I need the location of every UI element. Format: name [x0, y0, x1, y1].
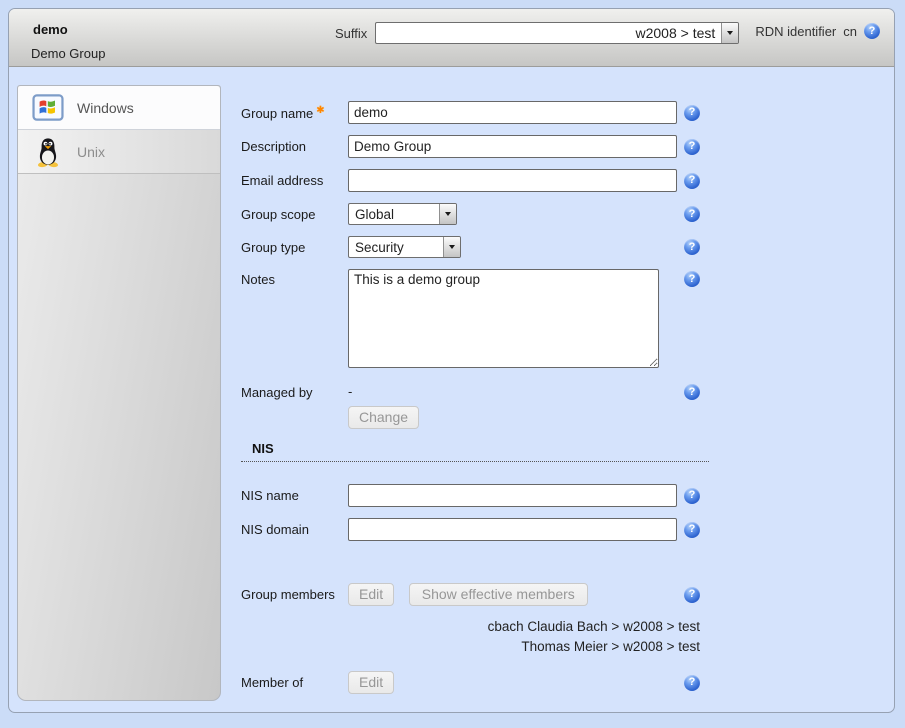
help-icon[interactable]: ?: [684, 271, 700, 287]
help-icon[interactable]: ?: [684, 675, 700, 691]
help-icon[interactable]: ?: [684, 239, 700, 255]
suffix-area: Suffix w2008 > test: [335, 22, 739, 44]
group-member-item: Thomas Meier > w2008 > test: [241, 637, 700, 657]
tux-penguin-icon: [31, 135, 65, 169]
member-of-label: Member of: [241, 675, 348, 690]
dropdown-arrow-icon: [727, 31, 733, 35]
nis-section-divider: NIS: [241, 441, 709, 462]
description-input[interactable]: [348, 135, 677, 158]
help-icon[interactable]: ?: [684, 173, 700, 189]
help-icon[interactable]: ?: [684, 587, 700, 603]
tab-windows-label: Windows: [77, 100, 134, 116]
entry-subtitle: Demo Group: [31, 46, 105, 61]
group-type-select[interactable]: Security: [348, 236, 461, 258]
help-icon[interactable]: ?: [684, 139, 700, 155]
group-name-input[interactable]: [348, 101, 677, 124]
nis-name-input[interactable]: [348, 484, 677, 507]
member-of-row: Member of Edit ?: [241, 671, 709, 694]
windows-logo-icon: [31, 91, 65, 125]
group-type-label: Group type: [241, 240, 348, 255]
dropdown-arrow-button[interactable]: [443, 237, 460, 257]
suffix-select[interactable]: w2008 > test: [375, 22, 739, 44]
dropdown-arrow-button[interactable]: [721, 23, 738, 43]
main-window: demo Demo Group Suffix w2008 > test RDN …: [8, 8, 895, 713]
group-member-list: cbach Claudia Bach > w2008 > test Thomas…: [241, 617, 709, 657]
group-members-row: Group members Edit Show effective member…: [241, 583, 709, 606]
edit-member-of-button[interactable]: Edit: [348, 671, 394, 694]
show-effective-members-button[interactable]: Show effective members: [409, 583, 588, 606]
suffix-select-value: w2008 > test: [376, 23, 721, 43]
rdn-identifier-label: RDN identifier: [755, 24, 836, 39]
group-scope-value: Global: [349, 204, 439, 224]
help-icon[interactable]: ?: [684, 206, 700, 222]
email-label: Email address: [241, 173, 348, 188]
notes-label: Notes: [241, 269, 348, 287]
managed-by-label: Managed by: [241, 382, 348, 400]
email-input[interactable]: [348, 169, 677, 192]
group-type-value: Security: [349, 237, 443, 257]
email-row: Email address ?: [241, 169, 709, 192]
group-scope-label: Group scope: [241, 207, 348, 222]
tab-unix[interactable]: Unix: [18, 130, 220, 174]
dropdown-arrow-button[interactable]: [439, 204, 456, 224]
nis-name-row: NIS name ?: [241, 484, 709, 507]
help-icon[interactable]: ?: [684, 384, 700, 400]
managed-by-value: -: [348, 382, 680, 399]
help-icon[interactable]: ?: [684, 488, 700, 504]
change-managed-by-button[interactable]: Change: [348, 406, 419, 429]
nis-domain-row: NIS domain ?: [241, 518, 709, 541]
suffix-label: Suffix: [335, 26, 367, 41]
edit-group-members-button[interactable]: Edit: [348, 583, 394, 606]
nis-domain-label: NIS domain: [241, 522, 348, 537]
header-bar: demo Demo Group Suffix w2008 > test RDN …: [9, 9, 894, 67]
help-icon[interactable]: ?: [864, 23, 880, 39]
managed-by-row: Managed by - Change ?: [241, 382, 709, 429]
rdn-area: RDN identifier cn ?: [755, 23, 880, 39]
help-icon[interactable]: ?: [684, 105, 700, 121]
group-scope-row: Group scope Global ?: [241, 203, 709, 225]
nis-name-label: NIS name: [241, 488, 348, 503]
notes-row: Notes This is a demo group ?: [241, 269, 709, 371]
nis-section-title: NIS: [252, 441, 274, 456]
group-name-label: Group name✱: [241, 105, 348, 121]
rdn-identifier-value: cn: [843, 24, 857, 39]
help-icon[interactable]: ?: [684, 522, 700, 538]
tab-windows[interactable]: Windows: [18, 86, 220, 130]
entry-title: demo: [33, 22, 68, 37]
nis-domain-input[interactable]: [348, 518, 677, 541]
group-members-label: Group members: [241, 587, 348, 602]
sidebar: Windows Unix: [17, 85, 221, 701]
dropdown-arrow-icon: [449, 245, 455, 249]
tab-unix-label: Unix: [77, 144, 105, 160]
group-scope-select[interactable]: Global: [348, 203, 457, 225]
group-name-row: Group name✱ ?: [241, 101, 709, 124]
group-type-row: Group type Security ?: [241, 236, 709, 258]
description-label: Description: [241, 139, 348, 154]
required-icon: ✱: [316, 105, 324, 116]
group-members-block: Group members Edit Show effective member…: [241, 583, 709, 657]
dropdown-arrow-icon: [445, 212, 451, 216]
description-row: Description ?: [241, 135, 709, 158]
notes-textarea[interactable]: This is a demo group: [348, 269, 659, 368]
group-member-item: cbach Claudia Bach > w2008 > test: [241, 617, 700, 637]
group-form: Group name✱ ? Description ? Email addres…: [241, 101, 709, 705]
